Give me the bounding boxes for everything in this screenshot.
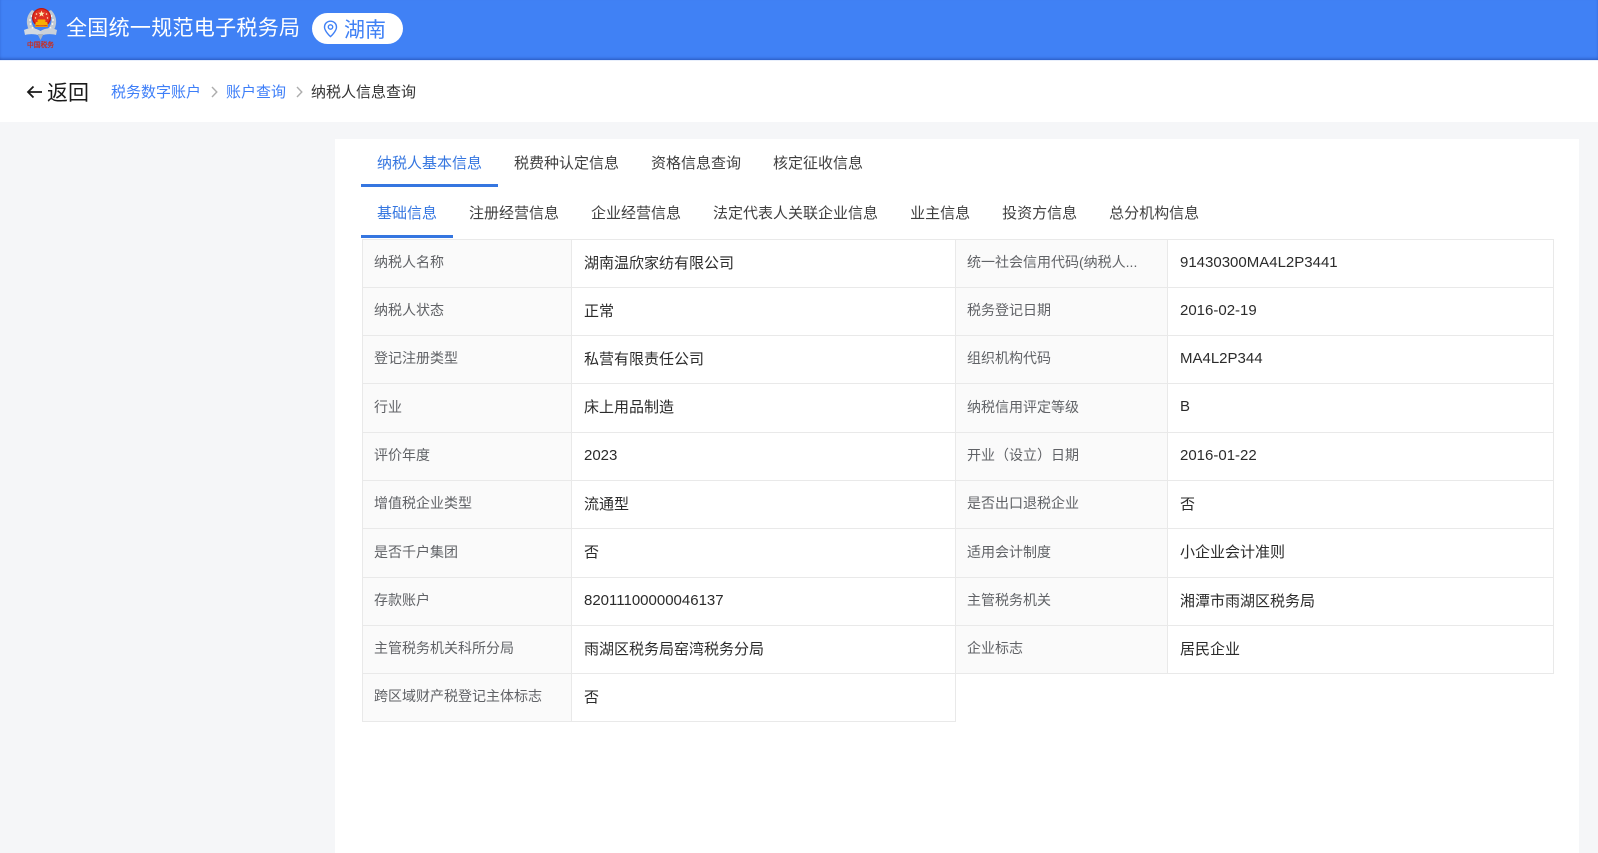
svg-text:中国税务: 中国税务 [27, 40, 54, 49]
